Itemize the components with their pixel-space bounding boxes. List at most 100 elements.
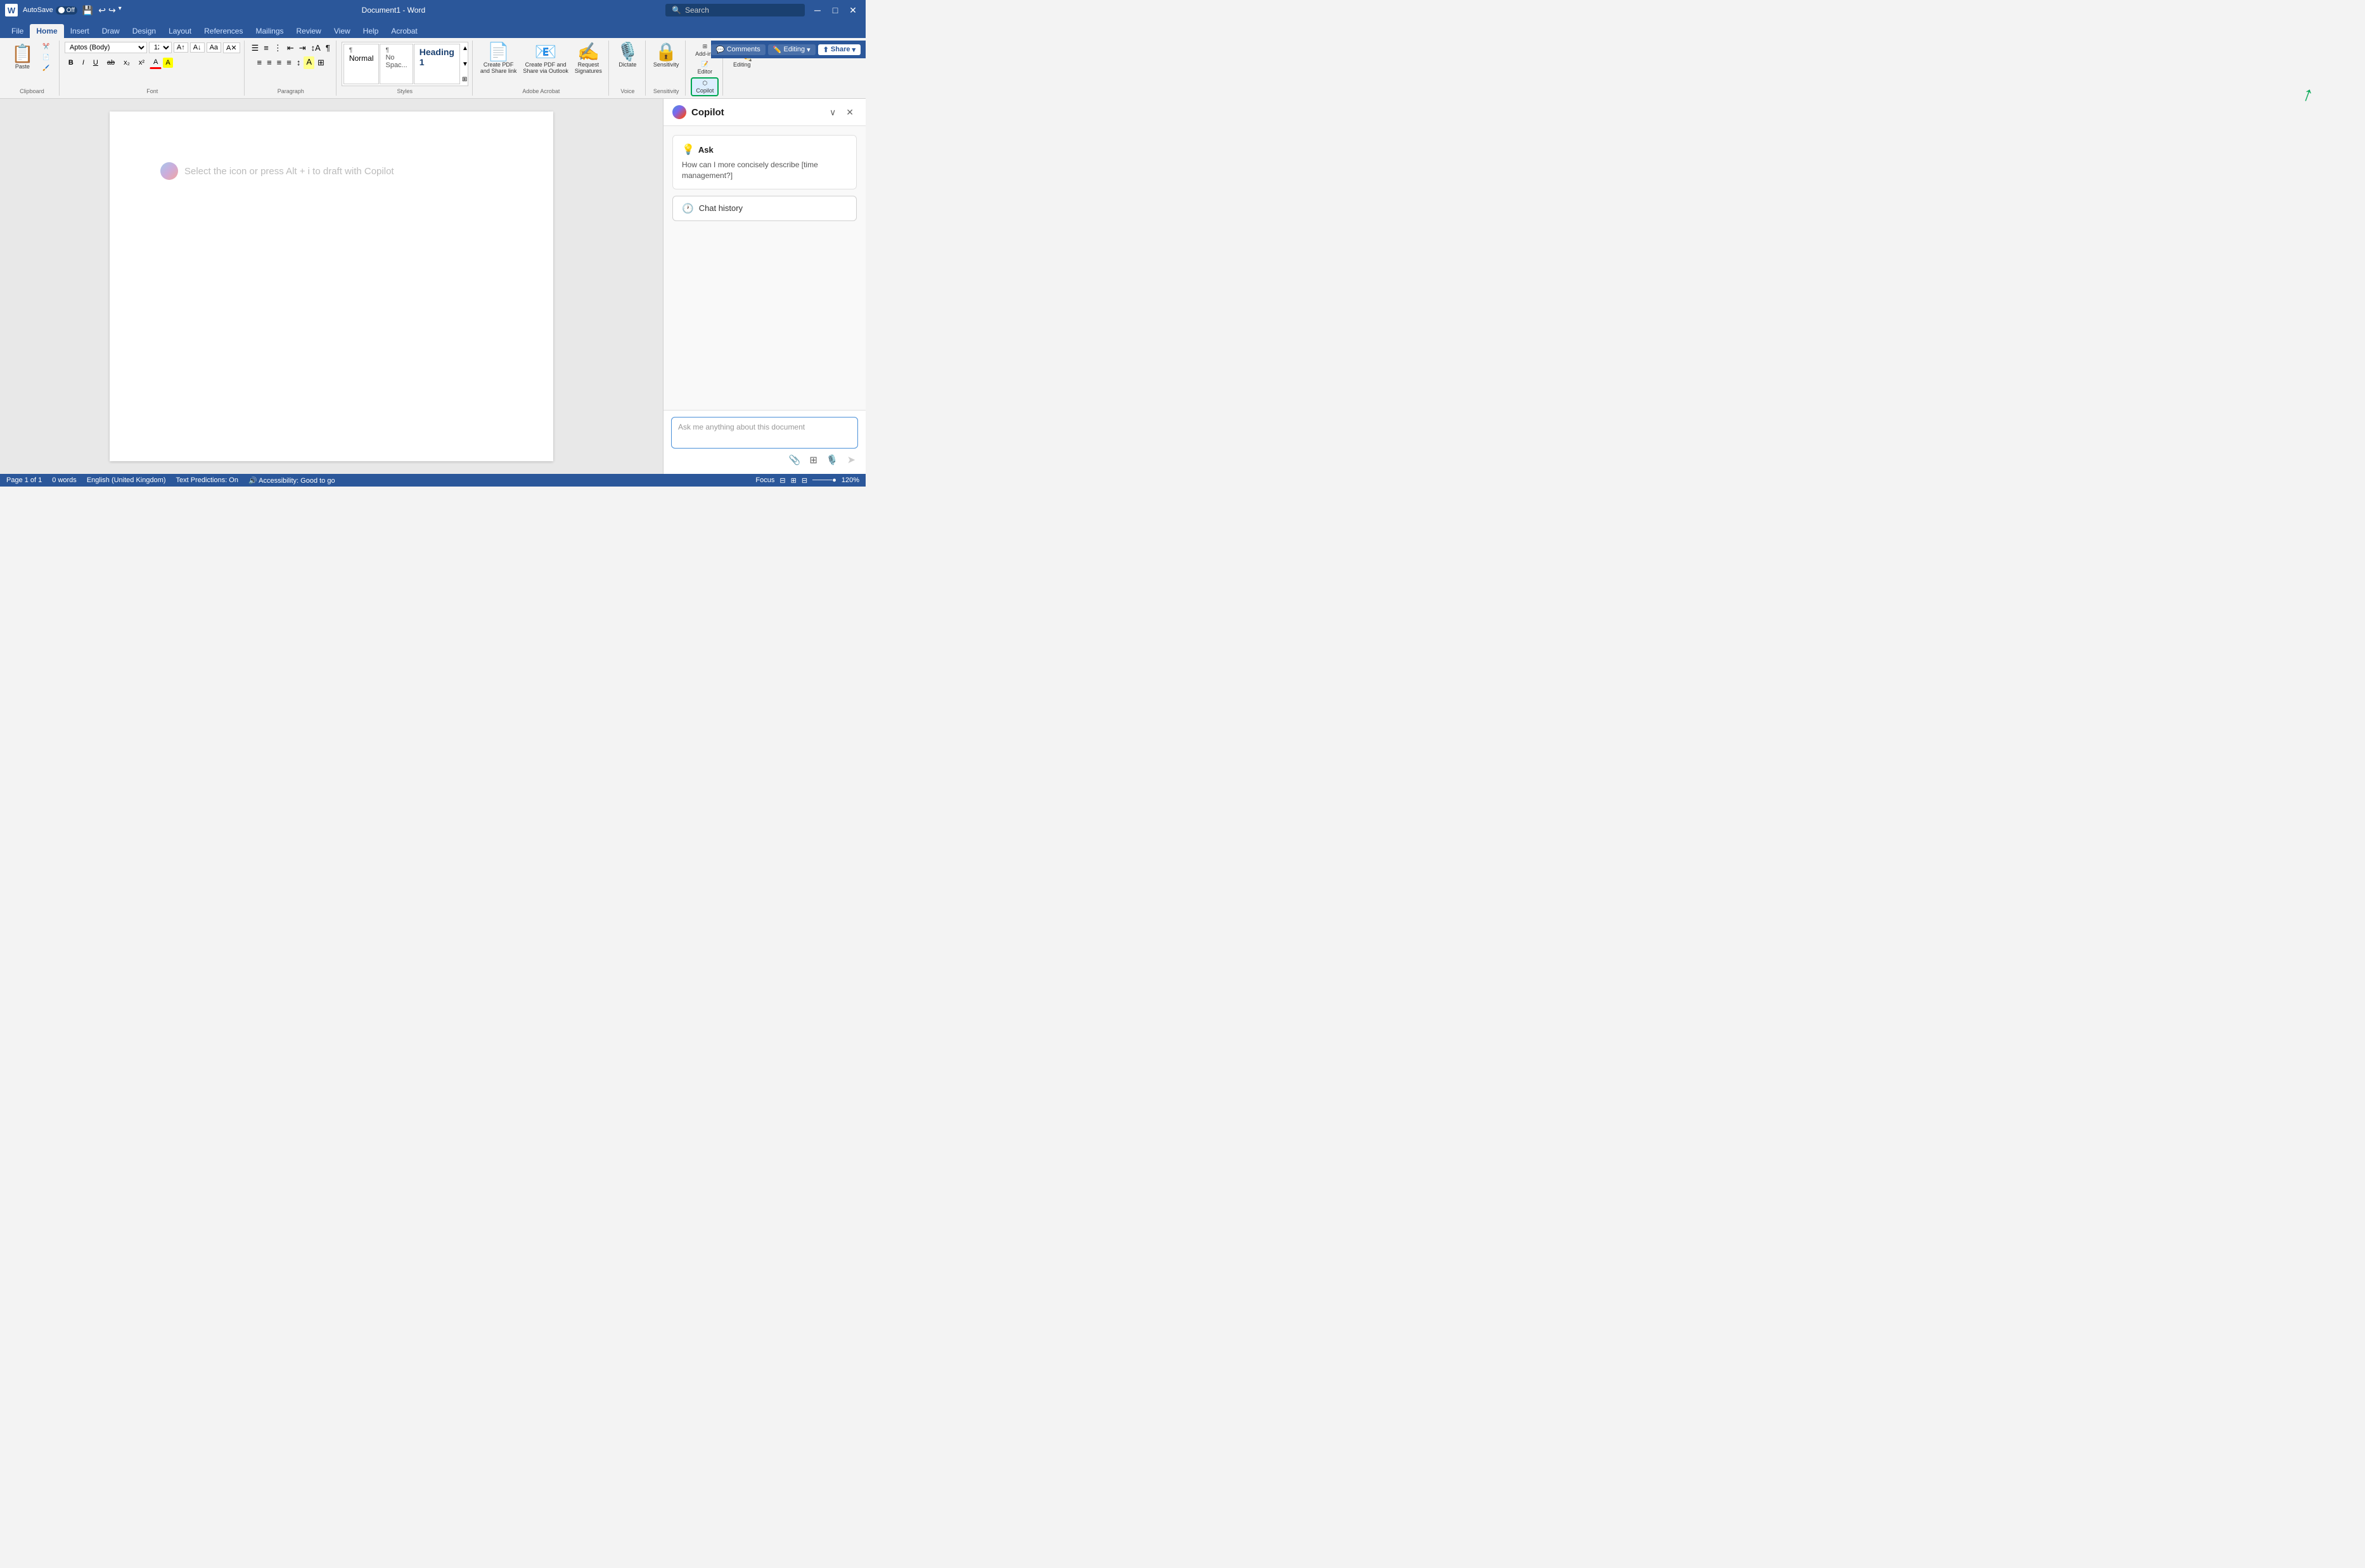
- borders-button[interactable]: ⊞: [316, 56, 326, 69]
- copilot-collapse-button[interactable]: ∨: [826, 106, 839, 119]
- styles-up-icon[interactable]: ▲: [462, 45, 468, 52]
- tab-home[interactable]: Home: [30, 24, 63, 38]
- dropdown-icon[interactable]: ▾: [119, 5, 122, 16]
- paste-button[interactable]: 📋 Paste: [9, 44, 36, 71]
- bold-button[interactable]: B: [65, 57, 77, 68]
- style-normal[interactable]: ¶ Normal: [343, 44, 380, 84]
- copilot-ask-card[interactable]: 💡 Ask How can I more concisely describe …: [672, 135, 857, 189]
- style-no-spacing[interactable]: ¶ No Spac...: [380, 44, 413, 84]
- undo-icon[interactable]: ↩: [98, 5, 106, 16]
- comments-button[interactable]: 💬 Comments: [711, 44, 766, 55]
- close-button[interactable]: ✕: [845, 3, 861, 18]
- copilot-ask-text: How can I more concisely describe [time …: [682, 160, 847, 181]
- tab-view[interactable]: View: [328, 24, 357, 38]
- cut-button[interactable]: ✂️: [37, 42, 55, 51]
- view-reader-icon[interactable]: ⊞: [791, 476, 797, 485]
- editing-mode-button[interactable]: ✏️ Editing ▾: [768, 44, 816, 55]
- voice-group: 🎙️ Dictate Voice: [610, 41, 646, 96]
- styles-down-icon[interactable]: ▼: [462, 61, 468, 68]
- editor-button[interactable]: 📝 Editor: [695, 60, 715, 76]
- style-heading1[interactable]: Heading 1: [414, 44, 460, 84]
- attach-button[interactable]: 📎: [786, 453, 804, 467]
- underline-button[interactable]: U: [89, 57, 102, 68]
- align-left-button[interactable]: ≡: [255, 56, 264, 69]
- sensitivity-button[interactable]: 🔒 Sensitivity: [651, 42, 682, 69]
- request-signatures-button[interactable]: ✍️ Request Signatures: [572, 42, 605, 75]
- mic-button[interactable]: 🎙️: [824, 453, 841, 467]
- pencil-icon: ✏️: [773, 46, 782, 54]
- view-web-icon[interactable]: ⊟: [802, 476, 807, 485]
- multilevel-list-button[interactable]: ⋮: [272, 42, 284, 54]
- tab-references[interactable]: References: [198, 24, 249, 38]
- tab-help[interactable]: Help: [357, 24, 385, 38]
- increase-indent-button[interactable]: ⇥: [297, 42, 308, 54]
- copilot-input-box[interactable]: Ask me anything about this document: [671, 417, 858, 449]
- font-family-select[interactable]: Aptos (Body): [65, 42, 147, 53]
- highlight-color-button[interactable]: A: [163, 58, 172, 68]
- create-pdf-share-button[interactable]: 📄 Create PDF and Share link: [478, 42, 520, 75]
- copilot-logo: [672, 105, 686, 119]
- create-pdf-outlook-button[interactable]: 📧 Create PDF and Share via Outlook: [520, 42, 571, 75]
- italic-button[interactable]: I: [79, 57, 88, 68]
- zoom-slider[interactable]: ────●: [812, 476, 836, 484]
- editor-icon: 📝: [702, 61, 708, 68]
- focus-button[interactable]: Focus: [755, 476, 774, 484]
- minimize-button[interactable]: ─: [810, 3, 825, 18]
- send-button[interactable]: ➤: [845, 452, 858, 468]
- shading-button[interactable]: A: [304, 56, 314, 69]
- search-bar[interactable]: 🔍 Search: [665, 4, 805, 16]
- zoom-level: 120%: [842, 476, 859, 484]
- maximize-button[interactable]: □: [828, 3, 843, 18]
- tab-review[interactable]: Review: [290, 24, 328, 38]
- tab-insert[interactable]: Insert: [64, 24, 96, 38]
- tab-acrobat[interactable]: Acrobat: [385, 24, 423, 38]
- copy-button[interactable]: 📄: [37, 53, 55, 62]
- tab-layout[interactable]: Layout: [162, 24, 198, 38]
- tab-design[interactable]: Design: [126, 24, 162, 38]
- tab-draw[interactable]: Draw: [96, 24, 126, 38]
- tab-mailings[interactable]: Mailings: [249, 24, 290, 38]
- copilot-body: 💡 Ask How can I more concisely describe …: [663, 126, 866, 410]
- view-normal-icon[interactable]: ⊟: [779, 476, 785, 485]
- subscript-button[interactable]: x₂: [120, 57, 134, 68]
- signatures-icon: ✍️: [577, 43, 599, 61]
- styles-expand-icon[interactable]: ⊞: [462, 76, 468, 83]
- table-button[interactable]: ⊞: [807, 453, 820, 467]
- font-color-button[interactable]: A: [150, 56, 162, 69]
- superscript-button[interactable]: x²: [135, 57, 148, 68]
- pdf-share-icon: 📄: [487, 43, 510, 61]
- tab-file[interactable]: File: [5, 24, 30, 38]
- line-spacing-button[interactable]: ↕: [295, 56, 303, 69]
- bullets-button[interactable]: ☰: [250, 42, 261, 54]
- para-row-1: ☰ ≡ ⋮ ⇤ ⇥ ↕A ¶: [250, 42, 332, 54]
- font-size-select[interactable]: 12: [149, 42, 172, 53]
- redo-icon[interactable]: ↪: [108, 5, 116, 16]
- font-size-decrease-button[interactable]: A↓: [190, 42, 205, 53]
- document-area[interactable]: Select the icon or press Alt + i to draf…: [0, 99, 663, 474]
- font-size-increase-button[interactable]: A↑: [174, 42, 188, 53]
- justify-button[interactable]: ≡: [285, 56, 293, 69]
- copilot-close-button[interactable]: ✕: [843, 106, 857, 119]
- autosave-toggle[interactable]: Off: [56, 6, 77, 15]
- copilot-ask-header: 💡 Ask: [682, 143, 847, 156]
- save-icon[interactable]: 💾: [82, 5, 93, 16]
- clear-formatting-button[interactable]: A✕: [223, 42, 240, 53]
- strikethrough-button[interactable]: ab: [103, 57, 119, 68]
- show-formatting-button[interactable]: ¶: [324, 42, 332, 54]
- share-icon: ⬆: [823, 46, 829, 54]
- change-case-button[interactable]: Aa: [207, 42, 221, 53]
- copilot-button[interactable]: ⬡ Copilot: [691, 77, 719, 96]
- copilot-title: Copilot: [691, 107, 821, 118]
- numbering-button[interactable]: ≡: [262, 42, 271, 54]
- dictate-button[interactable]: 🎙️ Dictate: [614, 42, 641, 69]
- copilot-controls: ∨ ✕: [826, 106, 857, 119]
- align-right-button[interactable]: ≡: [275, 56, 284, 69]
- decrease-indent-button[interactable]: ⇤: [285, 42, 296, 54]
- sort-button[interactable]: ↕A: [309, 42, 323, 54]
- share-button[interactable]: ⬆ Share ▾: [818, 44, 861, 55]
- status-right: Focus ⊟ ⊞ ⊟ ────● 120%: [755, 476, 859, 485]
- format-painter-button[interactable]: 🖌️: [37, 63, 55, 73]
- status-bar: Page 1 of 1 0 words English (United King…: [0, 474, 866, 487]
- chat-history-button[interactable]: 🕐 Chat history: [672, 196, 857, 221]
- align-center-button[interactable]: ≡: [265, 56, 274, 69]
